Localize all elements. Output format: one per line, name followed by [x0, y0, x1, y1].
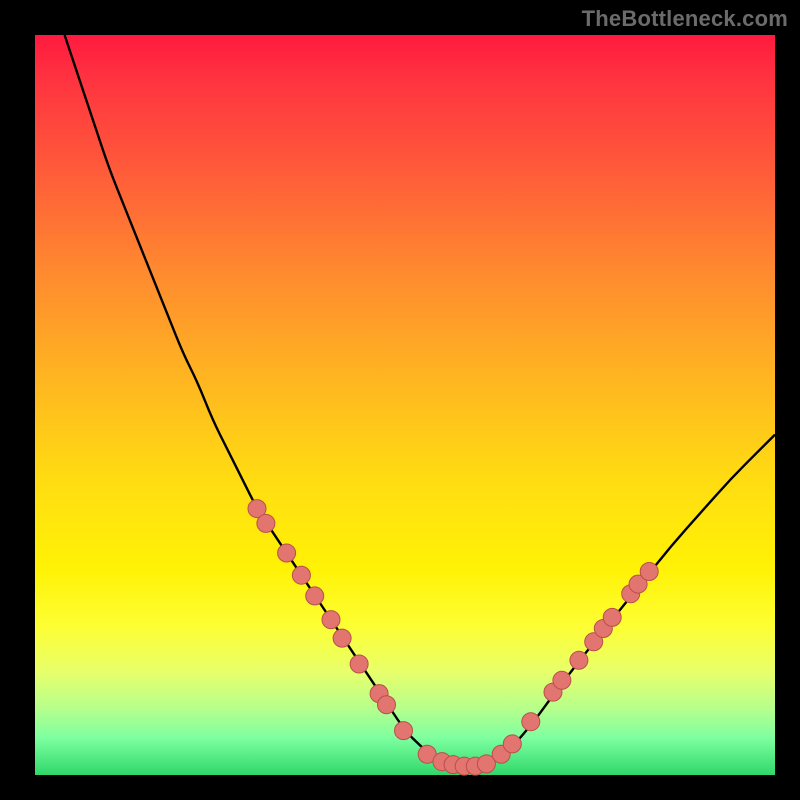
curve-marker: [306, 587, 324, 605]
curve-marker: [350, 655, 368, 673]
chart-frame: TheBottleneck.com: [0, 0, 800, 800]
curve-marker: [640, 563, 658, 581]
watermark-text: TheBottleneck.com: [582, 6, 788, 32]
curve-marker: [570, 651, 588, 669]
curve-markers: [248, 500, 658, 776]
curve-marker: [553, 671, 571, 689]
curve-marker: [322, 611, 340, 629]
curve-marker: [522, 713, 540, 731]
curve-marker: [292, 566, 310, 584]
bottleneck-curve: [65, 35, 775, 767]
curve-marker: [257, 514, 275, 532]
curve-marker: [333, 629, 351, 647]
curve-marker: [395, 722, 413, 740]
curve-marker: [378, 696, 396, 714]
curve-marker: [503, 735, 521, 753]
curve-marker: [278, 544, 296, 562]
plot-area: [35, 35, 775, 775]
curve-marker: [603, 608, 621, 626]
chart-svg: [35, 35, 775, 775]
